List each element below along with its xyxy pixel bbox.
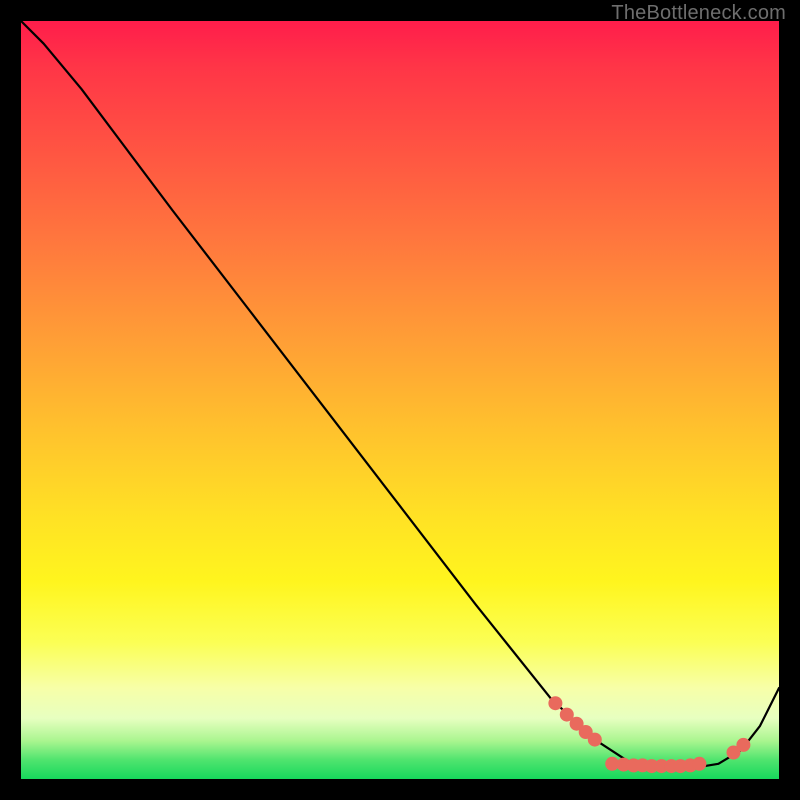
curve-marker bbox=[692, 757, 706, 771]
curve-marker bbox=[736, 738, 750, 752]
attribution-text: TheBottleneck.com bbox=[611, 2, 786, 25]
curve-marker bbox=[588, 733, 602, 747]
plot-area bbox=[21, 21, 779, 779]
curve-marker bbox=[548, 696, 562, 710]
bottleneck-curve bbox=[21, 21, 779, 768]
chart-svg bbox=[21, 21, 779, 779]
chart-stage: TheBottleneck.com bbox=[0, 0, 800, 800]
